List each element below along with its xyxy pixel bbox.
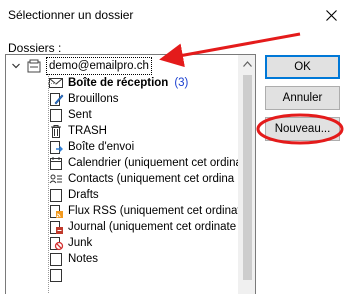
tree-item-partial[interactable] xyxy=(48,267,68,283)
folders-label: Dossiers : xyxy=(8,41,62,55)
title-bar: Sélectionner un dossier xyxy=(0,0,348,30)
tree-connector xyxy=(48,83,58,84)
cancel-button[interactable]: Annuler xyxy=(265,86,340,110)
journal-icon xyxy=(48,219,64,235)
new-folder-button[interactable]: Nouveau... xyxy=(265,117,340,141)
chevron-up-icon xyxy=(243,60,252,67)
tree-item-label: Calendrier (uniquement cet ordina xyxy=(68,157,242,169)
tree-item-outbox[interactable]: Boîte d'envoi xyxy=(48,139,134,155)
drafts-pencil-icon xyxy=(48,91,64,107)
unread-count-badge: (3) xyxy=(174,77,189,89)
contacts-icon xyxy=(48,171,64,187)
scroll-up-button[interactable] xyxy=(239,55,255,72)
rss-icon xyxy=(48,203,64,219)
folder-icon xyxy=(48,107,64,123)
tree-item-calendar[interactable]: Calendrier (uniquement cet ordina xyxy=(48,155,242,171)
notes-icon xyxy=(48,251,64,267)
folder-icon xyxy=(48,267,64,283)
tree-item-notes[interactable]: Notes xyxy=(48,251,98,267)
tree-item-label: Boîte d'envoi xyxy=(68,141,135,153)
tree-item-trash[interactable]: TRASH xyxy=(48,123,107,139)
tree-item-label: TRASH xyxy=(68,125,107,137)
tree-item-label: Contacts (uniquement cet ordina xyxy=(68,173,235,185)
tree-item-label: Drafts xyxy=(68,189,99,201)
ok-button[interactable]: OK xyxy=(265,55,340,79)
trash-icon xyxy=(48,123,64,139)
tree-item-label: Notes xyxy=(68,253,99,265)
vertical-scrollbar[interactable] xyxy=(238,55,255,294)
tree-item-journal[interactable]: Journal (uniquement cet ordinate xyxy=(48,219,236,235)
tree-item-label: Brouillons xyxy=(68,93,119,105)
close-icon xyxy=(325,9,337,21)
tree-item-inbox[interactable]: Boîte de réception (3) xyxy=(48,75,188,91)
outbox-icon xyxy=(48,139,64,155)
scroll-thumb[interactable] xyxy=(243,75,252,280)
tree-item-sent[interactable]: Sent xyxy=(48,107,92,123)
calendar-icon xyxy=(48,155,64,171)
tree-item-brouillons[interactable]: Brouillons xyxy=(48,91,119,107)
tree-item-drafts[interactable]: Drafts xyxy=(48,187,99,203)
dialog-title: Sélectionner un dossier xyxy=(8,8,134,22)
select-folder-dialog: Sélectionner un dossier Dossiers : demo@… xyxy=(0,0,348,294)
tree-item-junk[interactable]: Junk xyxy=(48,235,92,251)
tree-item-label: Boîte de réception xyxy=(68,77,169,89)
root-mailbox-label: demo@emailpro.ch xyxy=(46,57,152,75)
tree-item-label: Junk xyxy=(68,237,93,249)
junk-icon xyxy=(48,235,64,251)
tree-item-label: Journal (uniquement cet ordinate xyxy=(68,221,237,233)
close-button[interactable] xyxy=(314,0,348,30)
tree-item-contacts[interactable]: Contacts (uniquement cet ordina xyxy=(48,171,234,187)
tree-root-mailbox[interactable]: demo@emailpro.ch xyxy=(10,57,152,75)
folder-icon xyxy=(48,187,64,203)
collapse-chevron-icon[interactable] xyxy=(10,60,22,72)
tree-item-rss[interactable]: Flux RSS (uniquement cet ordinat xyxy=(48,203,241,219)
folder-tree[interactable]: demo@emailpro.ch Boîte de réception (3) … xyxy=(5,54,256,294)
tree-item-label: Flux RSS (uniquement cet ordinat xyxy=(68,205,241,217)
mailbox-icon xyxy=(26,58,42,74)
tree-item-label: Sent xyxy=(68,109,92,121)
